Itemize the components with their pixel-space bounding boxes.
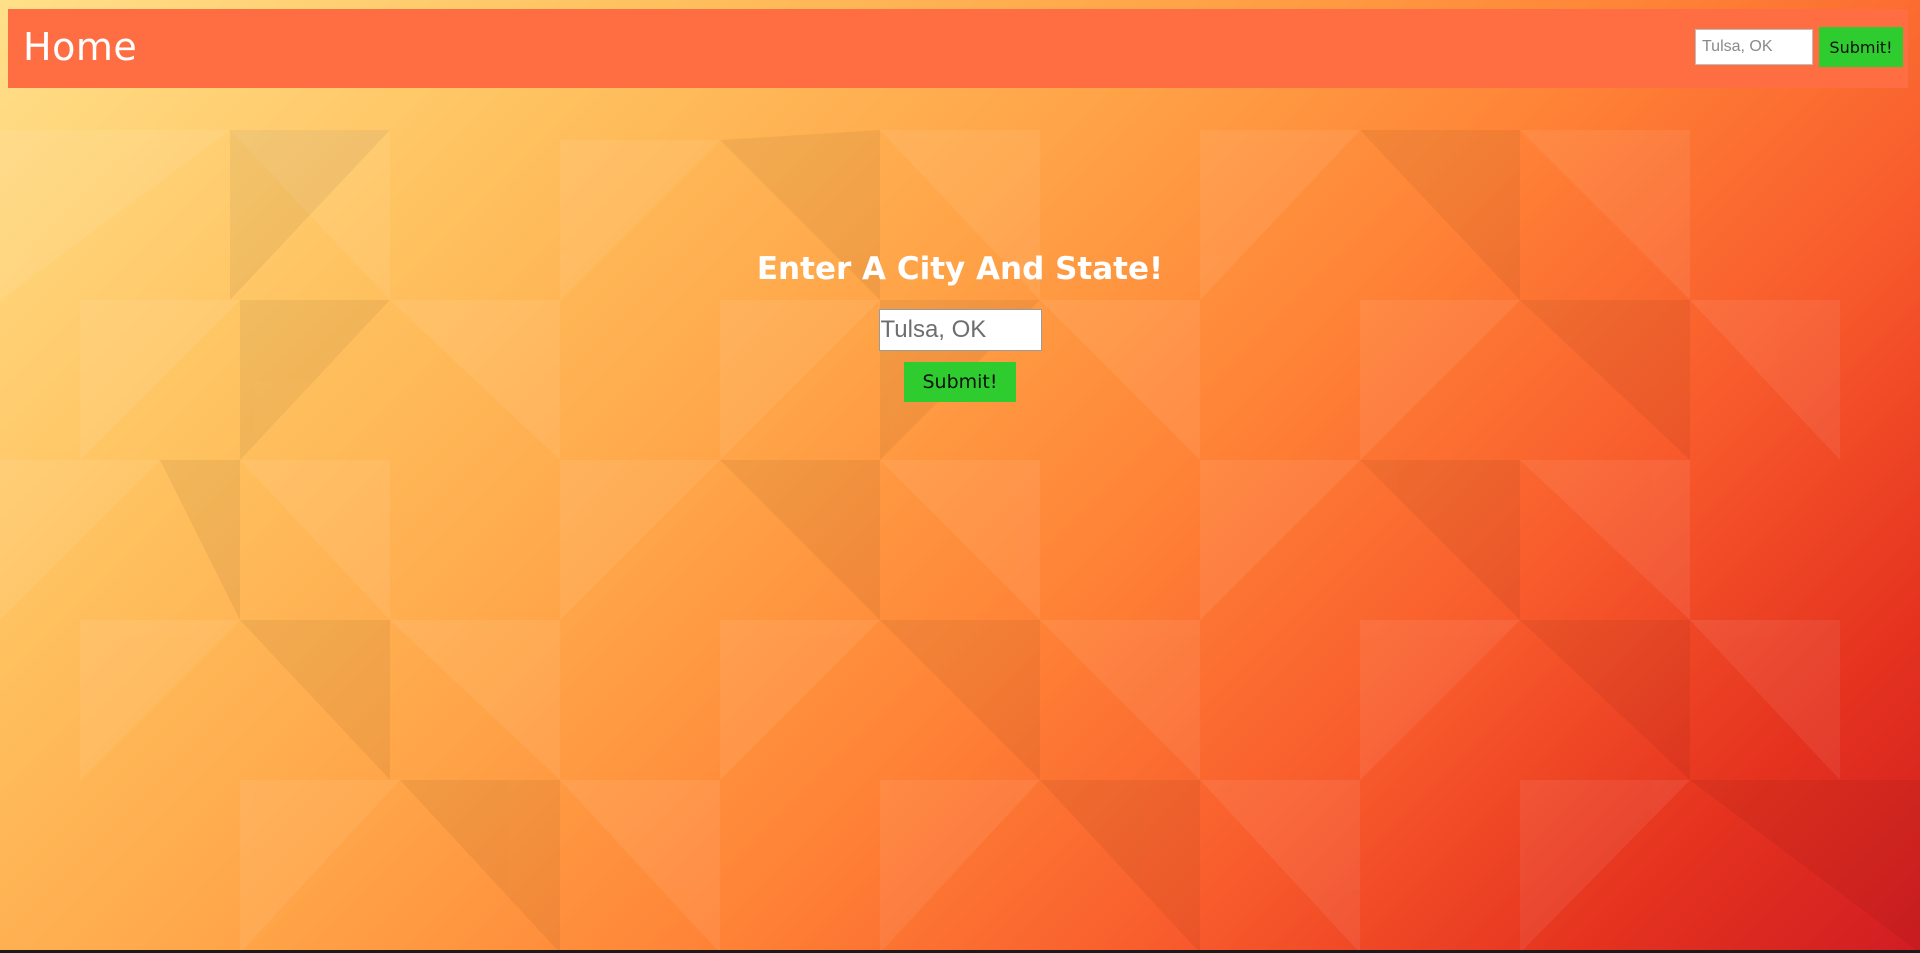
hero-search-form: Submit! — [0, 309, 1920, 402]
hero-title: Enter A City And State! — [756, 251, 1164, 287]
brand-home-link[interactable]: Home — [23, 25, 137, 71]
hero-section: Enter A City And State! Submit! — [0, 245, 1920, 402]
top-navbar: Home Submit! — [8, 9, 1908, 88]
background-pattern — [0, 130, 1920, 953]
navbar-submit-button[interactable]: Submit! — [1819, 27, 1903, 67]
hero-submit-button[interactable]: Submit! — [904, 362, 1016, 402]
navbar-city-input[interactable] — [1695, 29, 1813, 65]
navbar-search-form: Submit! — [1695, 27, 1903, 67]
city-state-input[interactable] — [878, 309, 1042, 351]
